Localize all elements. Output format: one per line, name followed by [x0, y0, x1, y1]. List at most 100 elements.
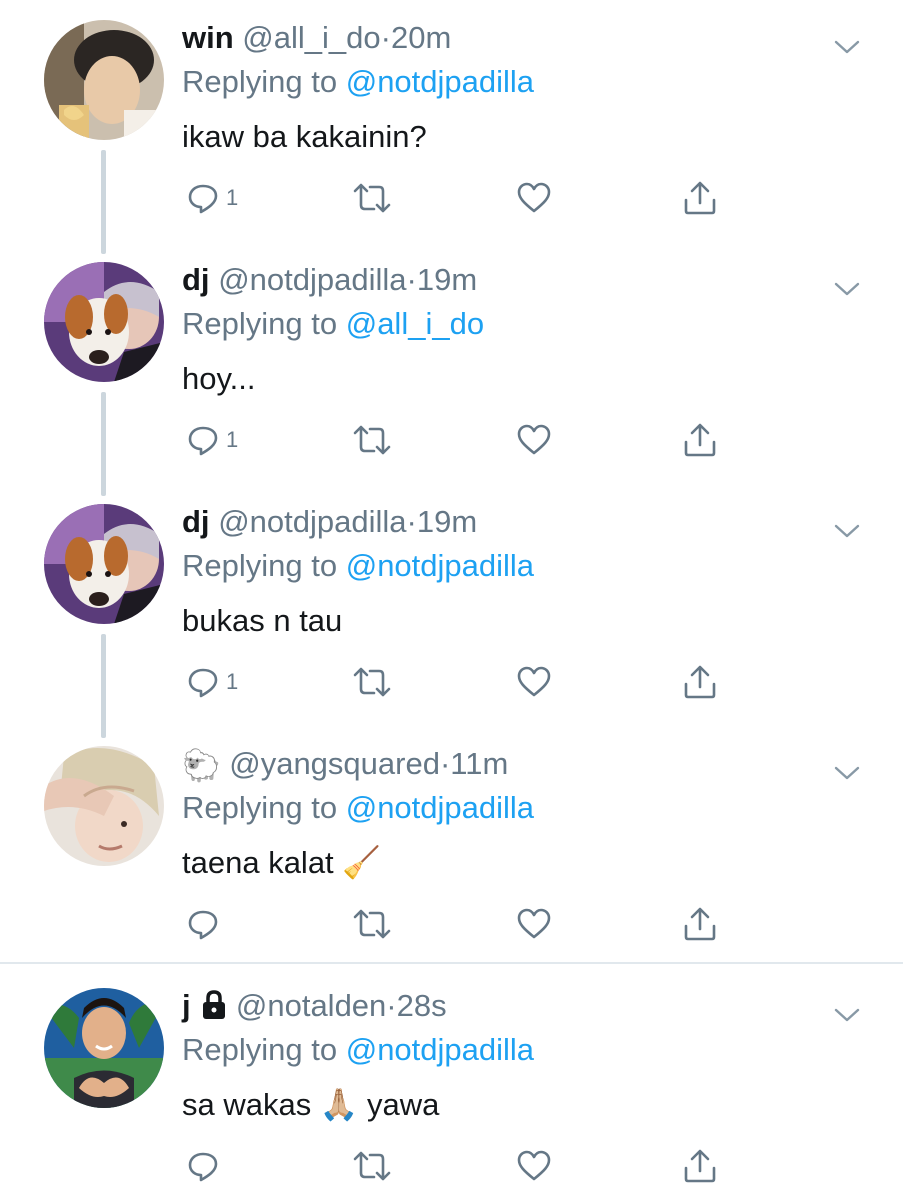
share-icon [684, 907, 716, 941]
thread-line [101, 150, 106, 254]
retweet-icon [353, 909, 391, 939]
replying-to: Replying to @notdjpadilla [182, 786, 534, 830]
share-icon [684, 181, 716, 215]
separator-dot: · [406, 504, 417, 539]
share-icon [684, 1149, 716, 1183]
heart-icon [517, 908, 551, 939]
retweet-icon [353, 1151, 391, 1181]
tweet[interactable]: 🐑 @yangsquared·11m Replying to @notdjpad… [0, 742, 903, 952]
separator-dot: · [386, 988, 397, 1023]
display-name[interactable]: dj [182, 262, 210, 297]
avatar[interactable] [44, 746, 164, 866]
user-handle[interactable]: @all_i_do [242, 20, 380, 55]
reply-button[interactable]: 1 [186, 176, 238, 220]
reply-icon [188, 668, 218, 698]
replying-to-label: Replying to [182, 64, 346, 99]
tweet-text: ikaw ba kakainin? [182, 119, 427, 154]
retweet-icon [353, 425, 391, 455]
tweet[interactable]: win @all_i_do·20m Replying to @notdjpadi… [0, 16, 903, 254]
reply-button[interactable]: 1 [186, 660, 238, 704]
share-button[interactable] [682, 176, 718, 220]
replying-to-label: Replying to [182, 790, 346, 825]
thread-line [101, 634, 106, 738]
tweet-actions [182, 1144, 742, 1188]
retweet-icon [353, 667, 391, 697]
share-button[interactable] [682, 1144, 718, 1188]
display-name[interactable]: win [182, 20, 234, 55]
like-button[interactable] [516, 1144, 552, 1188]
replying-to: Replying to @notdjpadilla [182, 1028, 534, 1072]
timestamp[interactable]: 19m [417, 262, 477, 297]
display-name[interactable]: j [182, 988, 191, 1023]
display-name[interactable]: dj [182, 504, 210, 539]
retweet-button[interactable] [352, 418, 392, 462]
reply-count: 1 [226, 669, 239, 694]
avatar[interactable] [44, 504, 164, 624]
like-button[interactable] [516, 660, 552, 704]
chevron-down-icon[interactable] [833, 280, 861, 298]
like-button[interactable] [516, 418, 552, 462]
retweet-button[interactable] [352, 1144, 392, 1188]
share-icon [684, 665, 716, 699]
retweet-icon [353, 183, 391, 213]
tweet-actions: 1 [182, 176, 742, 220]
replying-to: Replying to @notdjpadilla [182, 544, 534, 588]
tweet-actions: 1 [182, 660, 742, 704]
display-name[interactable]: 🐑 [182, 744, 221, 788]
tweet[interactable]: j @notalden·28s Replying to @notdjpadill… [0, 984, 903, 1200]
replying-to-label: Replying to [182, 306, 346, 341]
user-handle[interactable]: @notdjpadilla [218, 504, 406, 539]
chevron-down-icon[interactable] [833, 522, 861, 540]
mention-link[interactable]: @notdjpadilla [346, 548, 534, 583]
tweet-text: sa wakas 🙏🏼 yawa [182, 1087, 440, 1122]
avatar-photo-dog [44, 262, 164, 382]
reply-count: 1 [226, 185, 239, 210]
avatar-photo-dog [44, 504, 164, 624]
user-handle[interactable]: @notdjpadilla [218, 262, 406, 297]
section-divider [0, 962, 903, 964]
reply-icon [188, 1152, 218, 1182]
timestamp[interactable]: 11m [450, 746, 508, 781]
share-button[interactable] [682, 418, 718, 462]
user-handle[interactable]: @notalden [236, 988, 386, 1023]
timestamp[interactable]: 28s [397, 988, 447, 1023]
reply-button[interactable] [186, 1144, 226, 1188]
share-button[interactable] [682, 660, 718, 704]
tweet[interactable]: dj @notdjpadilla·19m Replying to @all_i_… [0, 258, 903, 496]
reply-button[interactable] [186, 902, 226, 946]
avatar-photo-heart [44, 988, 164, 1108]
reply-button[interactable]: 1 [186, 418, 238, 462]
tweet[interactable]: dj @notdjpadilla·19m Replying to @notdjp… [0, 500, 903, 738]
heart-icon [517, 666, 551, 697]
mention-link[interactable]: @notdjpadilla [346, 790, 534, 825]
replying-to: Replying to @notdjpadilla [182, 60, 534, 104]
avatar[interactable] [44, 20, 164, 140]
like-button[interactable] [516, 176, 552, 220]
avatar[interactable] [44, 988, 164, 1108]
reply-icon [188, 426, 218, 456]
avatar-photo-blonde [44, 746, 164, 866]
share-icon [684, 423, 716, 457]
mention-link[interactable]: @notdjpadilla [346, 64, 534, 99]
avatar-photo-win [44, 20, 164, 140]
tweet-header: 🐑 @yangsquared·11m [182, 742, 508, 786]
reply-count: 1 [226, 427, 239, 452]
like-button[interactable] [516, 902, 552, 946]
tweet-header: dj @notdjpadilla·19m [182, 258, 477, 302]
timestamp[interactable]: 19m [417, 504, 477, 539]
user-handle[interactable]: @yangsquared [229, 746, 440, 781]
thread-line [101, 392, 106, 496]
chevron-down-icon[interactable] [833, 1006, 861, 1024]
mention-link[interactable]: @all_i_do [346, 306, 484, 341]
mention-link[interactable]: @notdjpadilla [346, 1032, 534, 1067]
tweet-text: bukas n tau [182, 603, 343, 638]
timestamp[interactable]: 20m [391, 20, 451, 55]
retweet-button[interactable] [352, 902, 392, 946]
share-button[interactable] [682, 902, 718, 946]
avatar[interactable] [44, 262, 164, 382]
replying-to-label: Replying to [182, 1032, 346, 1067]
retweet-button[interactable] [352, 176, 392, 220]
chevron-down-icon[interactable] [833, 38, 861, 56]
retweet-button[interactable] [352, 660, 392, 704]
chevron-down-icon[interactable] [833, 764, 861, 782]
